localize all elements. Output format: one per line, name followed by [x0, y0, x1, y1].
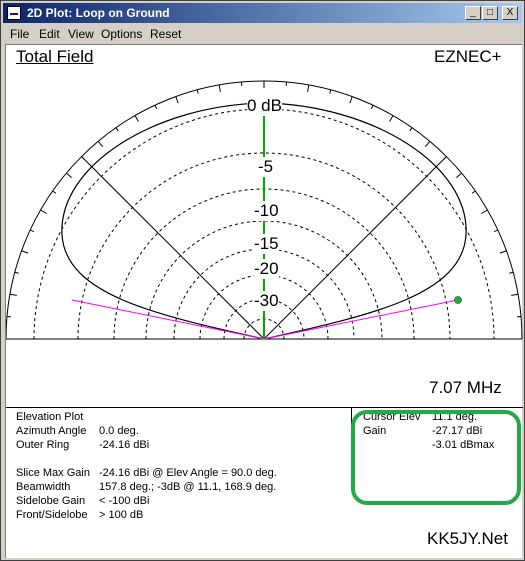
- ring-tick: [21, 250, 29, 254]
- info-front-sidelobe-label: Front/Sidelobe: [16, 509, 88, 521]
- ring-tick: [471, 190, 476, 194]
- menu-bar: File Edit View Options Reset: [3, 24, 522, 43]
- frequency-readout: 7.07 MHz: [429, 378, 502, 397]
- ring-tick: [52, 190, 57, 194]
- ring-label-minus30: -30: [254, 291, 279, 311]
- info-azimuth-label: Azimuth Angle: [16, 425, 87, 437]
- ring-tick: [218, 84, 221, 92]
- ring-label-minus5: -5: [258, 157, 274, 177]
- ring-tick: [29, 229, 35, 233]
- app-icon[interactable]: [7, 6, 21, 20]
- info-outer-ring-label: Outer Ring: [16, 439, 70, 451]
- ring-tick: [115, 127, 119, 132]
- minimize-button[interactable]: _: [465, 6, 481, 20]
- info-beamwidth-value: 157.8 deg.; -3dB @ 11.1, 168.9 deg.: [99, 481, 277, 493]
- info-beamwidth-label: Beamwidth: [16, 481, 71, 493]
- close-button[interactable]: X: [502, 6, 518, 20]
- highlight-box: [351, 410, 521, 505]
- info-azimuth-value: 0.0 deg.: [99, 425, 139, 437]
- cursor-line: [263, 299, 459, 340]
- ring-tick: [455, 172, 462, 179]
- ring-tick: [154, 104, 158, 110]
- ring-label-minus10: -10: [254, 201, 279, 221]
- ring-tick: [389, 115, 394, 122]
- menu-edit[interactable]: Edit: [39, 27, 60, 41]
- menu-reset[interactable]: Reset: [150, 27, 181, 41]
- plot-canvas[interactable]: Total Field EZNEC+ 0 dB -5 -10 -15 -20 -…: [5, 44, 523, 558]
- ring-tick: [196, 89, 199, 94]
- ring-tick: [499, 250, 507, 254]
- ring-tick: [97, 141, 104, 148]
- title-bar[interactable]: 2D Plot: Loop on Ground _ □ X: [3, 3, 522, 23]
- ring-tick: [66, 172, 73, 179]
- ring-tick: [175, 96, 179, 104]
- plot-window: 2D Plot: Loop on Ground _ □ X File Edit …: [0, 0, 525, 561]
- ring-tick: [424, 141, 431, 148]
- ring-tick: [329, 89, 332, 94]
- cursor-marker: [454, 296, 462, 304]
- axis-135deg: [81, 156, 265, 340]
- info-sidelobe-value: < -100 dBi: [99, 495, 150, 507]
- ring-tick: [509, 271, 514, 274]
- ring-tick: [307, 84, 310, 92]
- ring-label-minus15: -15: [254, 234, 279, 254]
- ring-tick: [370, 104, 374, 110]
- beamwidth-line-left: [71, 299, 265, 340]
- maximize-button[interactable]: □: [482, 6, 498, 20]
- ring-tick: [14, 271, 19, 274]
- window-title: 2D Plot: Loop on Ground: [27, 6, 170, 20]
- info-separator: [6, 407, 523, 408]
- info-outer-ring-value: -24.16 dBi: [99, 439, 150, 451]
- ring-tick: [481, 209, 488, 214]
- info-slice-max-value: -24.16 dBi @ Elev Angle = 90.0 deg.: [99, 467, 277, 479]
- ring-tick: [493, 229, 499, 233]
- info-elevation-plot: Elevation Plot: [16, 411, 84, 423]
- menu-file[interactable]: File: [10, 27, 29, 41]
- ring-tick: [40, 209, 47, 214]
- ring-tick: [349, 96, 353, 104]
- ring-tick: [9, 293, 17, 296]
- info-sidelobe-label: Sidelobe Gain: [16, 495, 86, 507]
- info-slice-max-label: Slice Max Gain: [16, 467, 90, 479]
- ring-label-0db: 0 dB: [247, 96, 282, 116]
- footer-credit: KK5JY.Net: [427, 529, 508, 548]
- ring-tick: [409, 127, 413, 132]
- menu-options[interactable]: Options: [101, 27, 142, 41]
- info-front-sidelobe-value: > 100 dB: [99, 509, 144, 521]
- ring-tick: [134, 115, 139, 122]
- axis-45deg: [263, 156, 447, 340]
- ring-label-minus20: -20: [254, 259, 279, 279]
- ring-tick: [511, 293, 519, 296]
- menu-view[interactable]: View: [68, 27, 94, 41]
